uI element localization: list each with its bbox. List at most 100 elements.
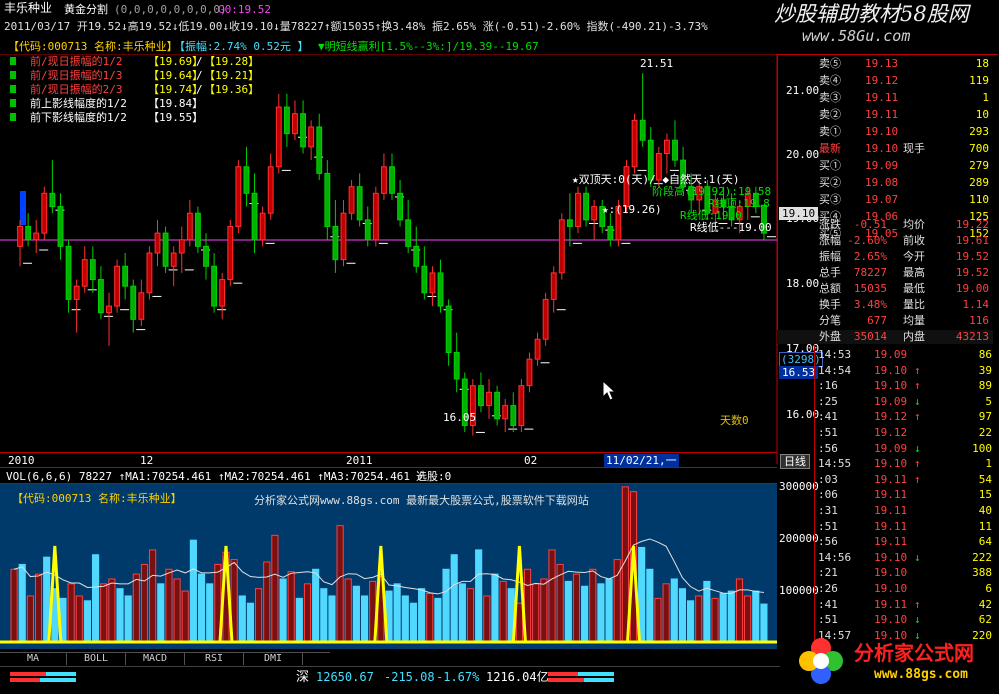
ask-row[interactable]: 卖② 19.11 10 — [777, 108, 993, 122]
ask-volume: 293 — [969, 125, 989, 138]
stat-value: 116 — [969, 314, 989, 327]
stat-row[interactable]: 振幅 2.65% 今开 19.52 — [777, 250, 993, 264]
ask-price: 19.13 — [865, 57, 899, 70]
candle — [227, 225, 234, 281]
candlestick-chart[interactable] — [0, 54, 814, 464]
volume-bar — [760, 603, 768, 643]
tab-rsi[interactable]: RSI — [185, 653, 244, 665]
max-price-label: 21.51 — [640, 57, 674, 70]
stat-value: 19.61 — [955, 234, 989, 247]
volume-bar — [246, 602, 255, 643]
candle — [97, 279, 104, 314]
volume-bar — [312, 568, 320, 643]
tick-time: :06 — [818, 488, 838, 502]
candle — [219, 279, 226, 307]
tab-macd[interactable]: MACD — [126, 653, 185, 665]
tick-time: :56 — [818, 535, 838, 549]
bid-row[interactable]: 买③ 19.07 110 — [777, 193, 993, 207]
tick-volume: 42 — [978, 597, 992, 611]
volume-bar — [711, 597, 719, 643]
volume-panel[interactable]: 【代码:000713 名称:丰乐种业】 分析家公式网www.88gs.com 最… — [0, 483, 777, 649]
stat-value: 19.00 — [955, 282, 989, 295]
stat-row[interactable]: 换手 3.48% 量比 1.14 — [777, 298, 993, 312]
tick-price: 19.11 — [874, 535, 908, 549]
candle — [607, 225, 614, 241]
tick-price: 19.09 — [874, 348, 908, 361]
tick-row: :26 19.10 6 — [814, 582, 998, 595]
volume-bar — [34, 573, 43, 643]
tab-ma[interactable]: MA — [0, 653, 67, 665]
candle — [510, 405, 517, 426]
volume-bar — [287, 571, 295, 643]
volume-bar — [206, 583, 214, 643]
candle — [243, 166, 250, 194]
stat-row[interactable]: 涨幅 -2.60% 前收 19.61 — [777, 234, 993, 248]
volume-header-bar: VOL(6,6,6) 78227 ↑MA1:70254.461 ↑MA2:702… — [0, 467, 777, 484]
tick-direction: ↑ — [914, 472, 921, 486]
ask-volume: 119 — [969, 74, 989, 87]
stat-row[interactable]: 总额 15035 最低 19.00 — [777, 282, 993, 296]
candle — [170, 252, 177, 267]
vol-y-tick: 300000 — [779, 480, 819, 493]
stat-row[interactable]: 涨跌 -0.51 均价 19.22 — [777, 218, 993, 232]
select-label: 选股:0 — [416, 470, 452, 483]
stat-value: 35014 — [853, 330, 887, 343]
bid-row[interactable]: 买② 19.08 289 — [777, 176, 993, 190]
ask-row[interactable]: 卖④ 19.12 119 — [777, 74, 993, 88]
tick-volume: 97 — [978, 410, 992, 424]
candle — [41, 192, 48, 234]
ask-row[interactable]: 卖⑤ 19.13 18 — [777, 57, 993, 71]
candle — [195, 212, 201, 247]
stock-name: 丰乐种业 — [4, 1, 53, 15]
status-index: 12650.67 — [316, 670, 374, 684]
candle — [494, 391, 501, 420]
ask-row[interactable]: 卖③ 19.11 1 — [777, 91, 993, 105]
tab-boll[interactable]: BOLL — [67, 653, 126, 665]
tick-volume: 62 — [978, 613, 992, 627]
indicator-title[interactable]: 黄金分割 — [64, 3, 108, 16]
volume-bar — [295, 597, 303, 643]
vol-y-tick: 100000 — [779, 584, 819, 597]
left-marker — [20, 191, 26, 225]
tick-time: :56 — [818, 441, 838, 455]
volume-bar — [735, 578, 744, 643]
tick-price: 19.10 — [874, 582, 908, 595]
stat-row[interactable]: 外盘 35014 内盘 43213 — [777, 330, 993, 344]
candle — [324, 172, 331, 227]
latest-row[interactable]: 最新 19.10 现手 700 — [777, 142, 993, 156]
ask-label: 卖③ — [819, 91, 841, 104]
candle — [663, 139, 670, 154]
volume-bar — [670, 578, 678, 643]
period-button[interactable]: 日线 — [780, 454, 810, 469]
volume-bar — [320, 588, 328, 643]
ask-label: 卖① — [819, 125, 841, 138]
tick-row: :51 19.12 22 — [814, 426, 998, 439]
candle — [397, 192, 404, 221]
flower-logo-icon — [799, 638, 843, 684]
tick-row: :31 19.11 40 — [814, 504, 998, 517]
volume-bar — [450, 554, 458, 643]
tick-volume: 54 — [978, 472, 992, 486]
tick-row: :03 19.11 ↑ 54 — [814, 473, 998, 486]
bid-row[interactable]: 买① 19.09 279 — [777, 159, 993, 173]
candle — [130, 285, 137, 320]
volume-bar — [336, 525, 344, 643]
ask-volume: 1 — [982, 91, 989, 104]
stat-label: 最高 — [903, 266, 925, 279]
tick-row: 14:55 19.10 ↑ 1 — [814, 457, 998, 470]
tab-dmi[interactable]: DMI — [244, 653, 303, 665]
bid-price: 19.09 — [865, 159, 899, 172]
candle — [429, 272, 436, 294]
stat-row[interactable]: 总手 78227 最高 19.52 — [777, 266, 993, 280]
volume-bar — [662, 583, 670, 643]
stat-row[interactable]: 分笔 677 均量 116 — [777, 314, 993, 328]
candle — [283, 106, 290, 135]
bid-volume: 110 — [969, 193, 989, 206]
volume-bar — [475, 549, 483, 643]
candle — [251, 192, 258, 241]
candle — [300, 113, 306, 148]
bid-price: 19.07 — [865, 193, 899, 206]
ask-row[interactable]: 卖① 19.10 293 — [777, 125, 993, 139]
status-bar: 深 12650.67 -215.08 -1.67% 1216.04亿 — [0, 666, 780, 689]
stat-label: 均量 — [903, 314, 925, 327]
